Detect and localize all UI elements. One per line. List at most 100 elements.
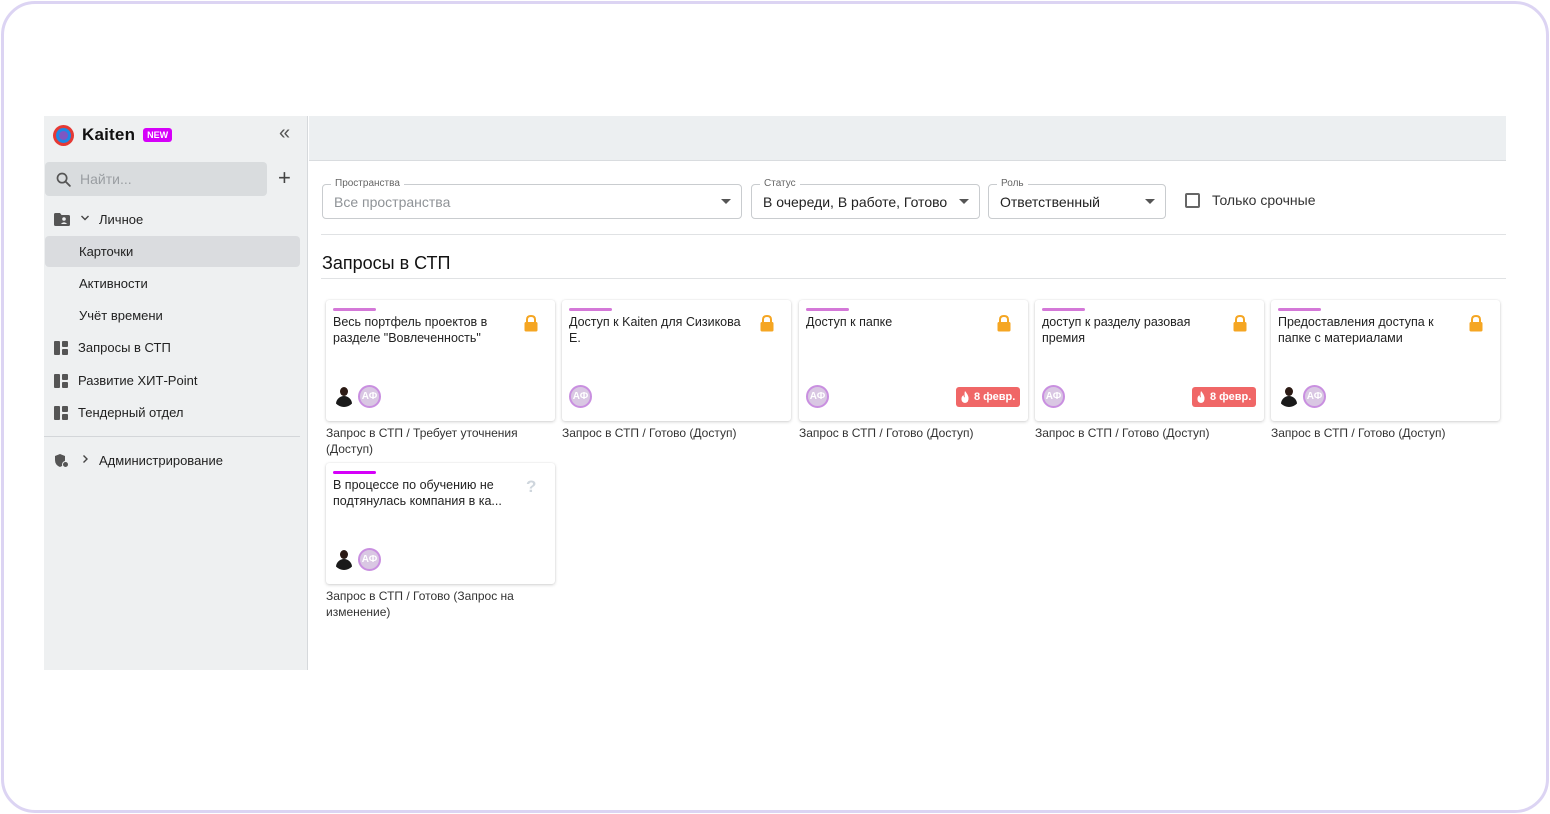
sidebar-item-label: Личное xyxy=(99,212,144,227)
field-label: Роль xyxy=(997,178,1028,190)
chevron-down-icon xyxy=(80,213,90,226)
status-select[interactable]: Статус В очереди, В работе, Готово xyxy=(751,178,980,219)
new-badge: NEW xyxy=(143,128,173,142)
dropdown-arrow-icon xyxy=(721,199,731,204)
sidebar-item-space-tender[interactable]: Тендерный отдел xyxy=(45,397,300,428)
sidebar-item-label: Развитие ХИТ-Point xyxy=(78,373,198,388)
lock-icon xyxy=(1469,315,1483,332)
sidebar-item-admin[interactable]: Администрирование xyxy=(45,445,300,476)
lock-icon xyxy=(997,315,1011,332)
dropdown-arrow-icon xyxy=(1145,199,1155,204)
spaces-select[interactable]: Пространства Все пространства xyxy=(322,178,742,219)
card-path-caption: Запрос в СТП / Требует уточнения (Доступ… xyxy=(326,426,518,456)
urgent-only-label: Только срочные xyxy=(1212,192,1316,208)
card-members: АФ xyxy=(1278,384,1326,408)
question-icon: ? xyxy=(526,477,537,496)
card-tag xyxy=(569,308,612,311)
card-title: Предоставления доступа к папке с материа… xyxy=(1278,315,1434,345)
sidebar-item-label: Карточки xyxy=(79,244,134,259)
card-members: АФ xyxy=(333,547,381,571)
avatar-initials[interactable]: АФ xyxy=(1303,384,1326,408)
card-path-caption: Запрос в СТП / Готово (Доступ) xyxy=(1271,426,1446,440)
sidebar-item-label: Тендерный отдел xyxy=(78,405,184,420)
sidebar-item-label: Учёт времени xyxy=(79,308,163,323)
avatar-initials[interactable]: АФ xyxy=(358,547,381,571)
avatar-photo[interactable] xyxy=(333,548,355,570)
card-path-caption: Запрос в СТП / Готово (Доступ) xyxy=(799,426,974,440)
urgent-only-checkbox[interactable] xyxy=(1185,192,1200,208)
role-select-value: Ответственный xyxy=(1000,193,1100,210)
avatar-photo[interactable] xyxy=(1278,385,1300,407)
collapse-sidebar-icon[interactable]: « xyxy=(279,123,290,143)
card-tag xyxy=(1278,308,1321,311)
board-icon xyxy=(54,406,68,420)
kaiten-logo-icon xyxy=(53,124,74,146)
avatar-initials[interactable]: АФ xyxy=(358,384,381,408)
urgent-only-toggle[interactable]: Только срочные xyxy=(1185,192,1316,208)
dropdown-arrow-icon xyxy=(959,199,969,204)
sidebar-item-time-tracking[interactable]: Учёт времени xyxy=(45,300,300,331)
fire-icon xyxy=(1197,391,1205,403)
search-box[interactable] xyxy=(45,162,267,196)
card[interactable]: Доступ к Kaiten для Сизикова Е. АФ xyxy=(562,300,791,421)
divider xyxy=(321,234,1506,235)
card-title: Доступ к папке xyxy=(806,315,893,329)
sidebar-item-label: Активности xyxy=(79,276,148,291)
sidebar-item-cards[interactable]: Карточки xyxy=(45,236,300,267)
folder-person-icon xyxy=(54,213,70,226)
card-title: Доступ к Kaiten для Сизикова Е. xyxy=(569,315,741,345)
card-title: доступ к разделу разовая премия xyxy=(1042,315,1191,345)
card-tag xyxy=(1042,308,1085,311)
brand[interactable]: Kaiten NEW xyxy=(53,124,173,146)
avatar-initials[interactable]: АФ xyxy=(569,384,592,408)
card-path-caption: Запрос в СТП / Готово (Доступ) xyxy=(562,426,737,440)
card[interactable]: Доступ к папке АФ 8 февр. xyxy=(799,300,1028,421)
card-members: АФ xyxy=(333,384,381,408)
board-icon xyxy=(54,374,68,388)
due-date-text: 8 февр. xyxy=(1210,391,1252,403)
card-tag xyxy=(333,471,376,474)
sidebar-item-activities[interactable]: Активности xyxy=(45,268,300,299)
sidebar-item-personal[interactable]: Личное xyxy=(45,204,300,235)
sidebar-item-space-stp[interactable]: Запросы в СТП xyxy=(45,332,300,363)
status-select-value: В очереди, В работе, Готово xyxy=(763,193,948,210)
lock-icon xyxy=(760,315,774,332)
sidebar-item-space-hit-point[interactable]: Развитие ХИТ-Point xyxy=(45,365,300,396)
card[interactable]: В процессе по обучению не подтянулась ко… xyxy=(326,463,555,584)
fire-icon xyxy=(961,391,969,403)
avatar-photo[interactable] xyxy=(333,385,355,407)
card-title: Весь портфель проектов в разделе "Вовлеч… xyxy=(333,315,488,345)
due-date-text: 8 февр. xyxy=(974,391,1016,403)
card-members: АФ xyxy=(806,384,829,408)
due-date-badge[interactable]: 8 февр. xyxy=(956,387,1021,407)
search-input[interactable] xyxy=(80,171,250,187)
sidebar-divider xyxy=(44,436,300,437)
card-tag xyxy=(333,308,376,311)
due-date-badge[interactable]: 8 февр. xyxy=(1192,387,1257,407)
app-name: Kaiten xyxy=(82,125,136,144)
field-label: Пространства xyxy=(331,178,404,190)
card-members: АФ xyxy=(1042,384,1065,408)
avatar-initials[interactable]: АФ xyxy=(1042,384,1065,408)
top-bar xyxy=(309,116,1506,161)
card[interactable]: Предоставления доступа к папке с материа… xyxy=(1271,300,1500,421)
card[interactable]: Весь портфель проектов в разделе "Вовлеч… xyxy=(326,300,555,421)
chevron-right-icon xyxy=(80,454,90,467)
divider xyxy=(321,278,1506,279)
card-path-caption: Запрос в СТП / Готово (Доступ) xyxy=(1035,426,1210,440)
card-members: АФ xyxy=(569,384,592,408)
role-select[interactable]: Роль Ответственный xyxy=(988,178,1166,219)
sidebar-item-label: Запросы в СТП xyxy=(78,340,171,355)
section-title: Запросы в СТП xyxy=(322,253,451,273)
search-icon xyxy=(56,172,71,187)
admin-shield-icon xyxy=(55,454,69,468)
card-tag xyxy=(806,308,849,311)
spaces-select-value: Все пространства xyxy=(334,193,451,210)
add-icon[interactable]: + xyxy=(278,166,291,190)
lock-icon xyxy=(524,315,538,332)
avatar-initials[interactable]: АФ xyxy=(806,384,829,408)
field-label: Статус xyxy=(760,178,800,190)
card[interactable]: доступ к разделу разовая премия АФ 8 фев… xyxy=(1035,300,1264,421)
card-path-caption: Запрос в СТП / Готово (Запрос на изменен… xyxy=(326,589,514,619)
board-icon xyxy=(54,341,68,355)
